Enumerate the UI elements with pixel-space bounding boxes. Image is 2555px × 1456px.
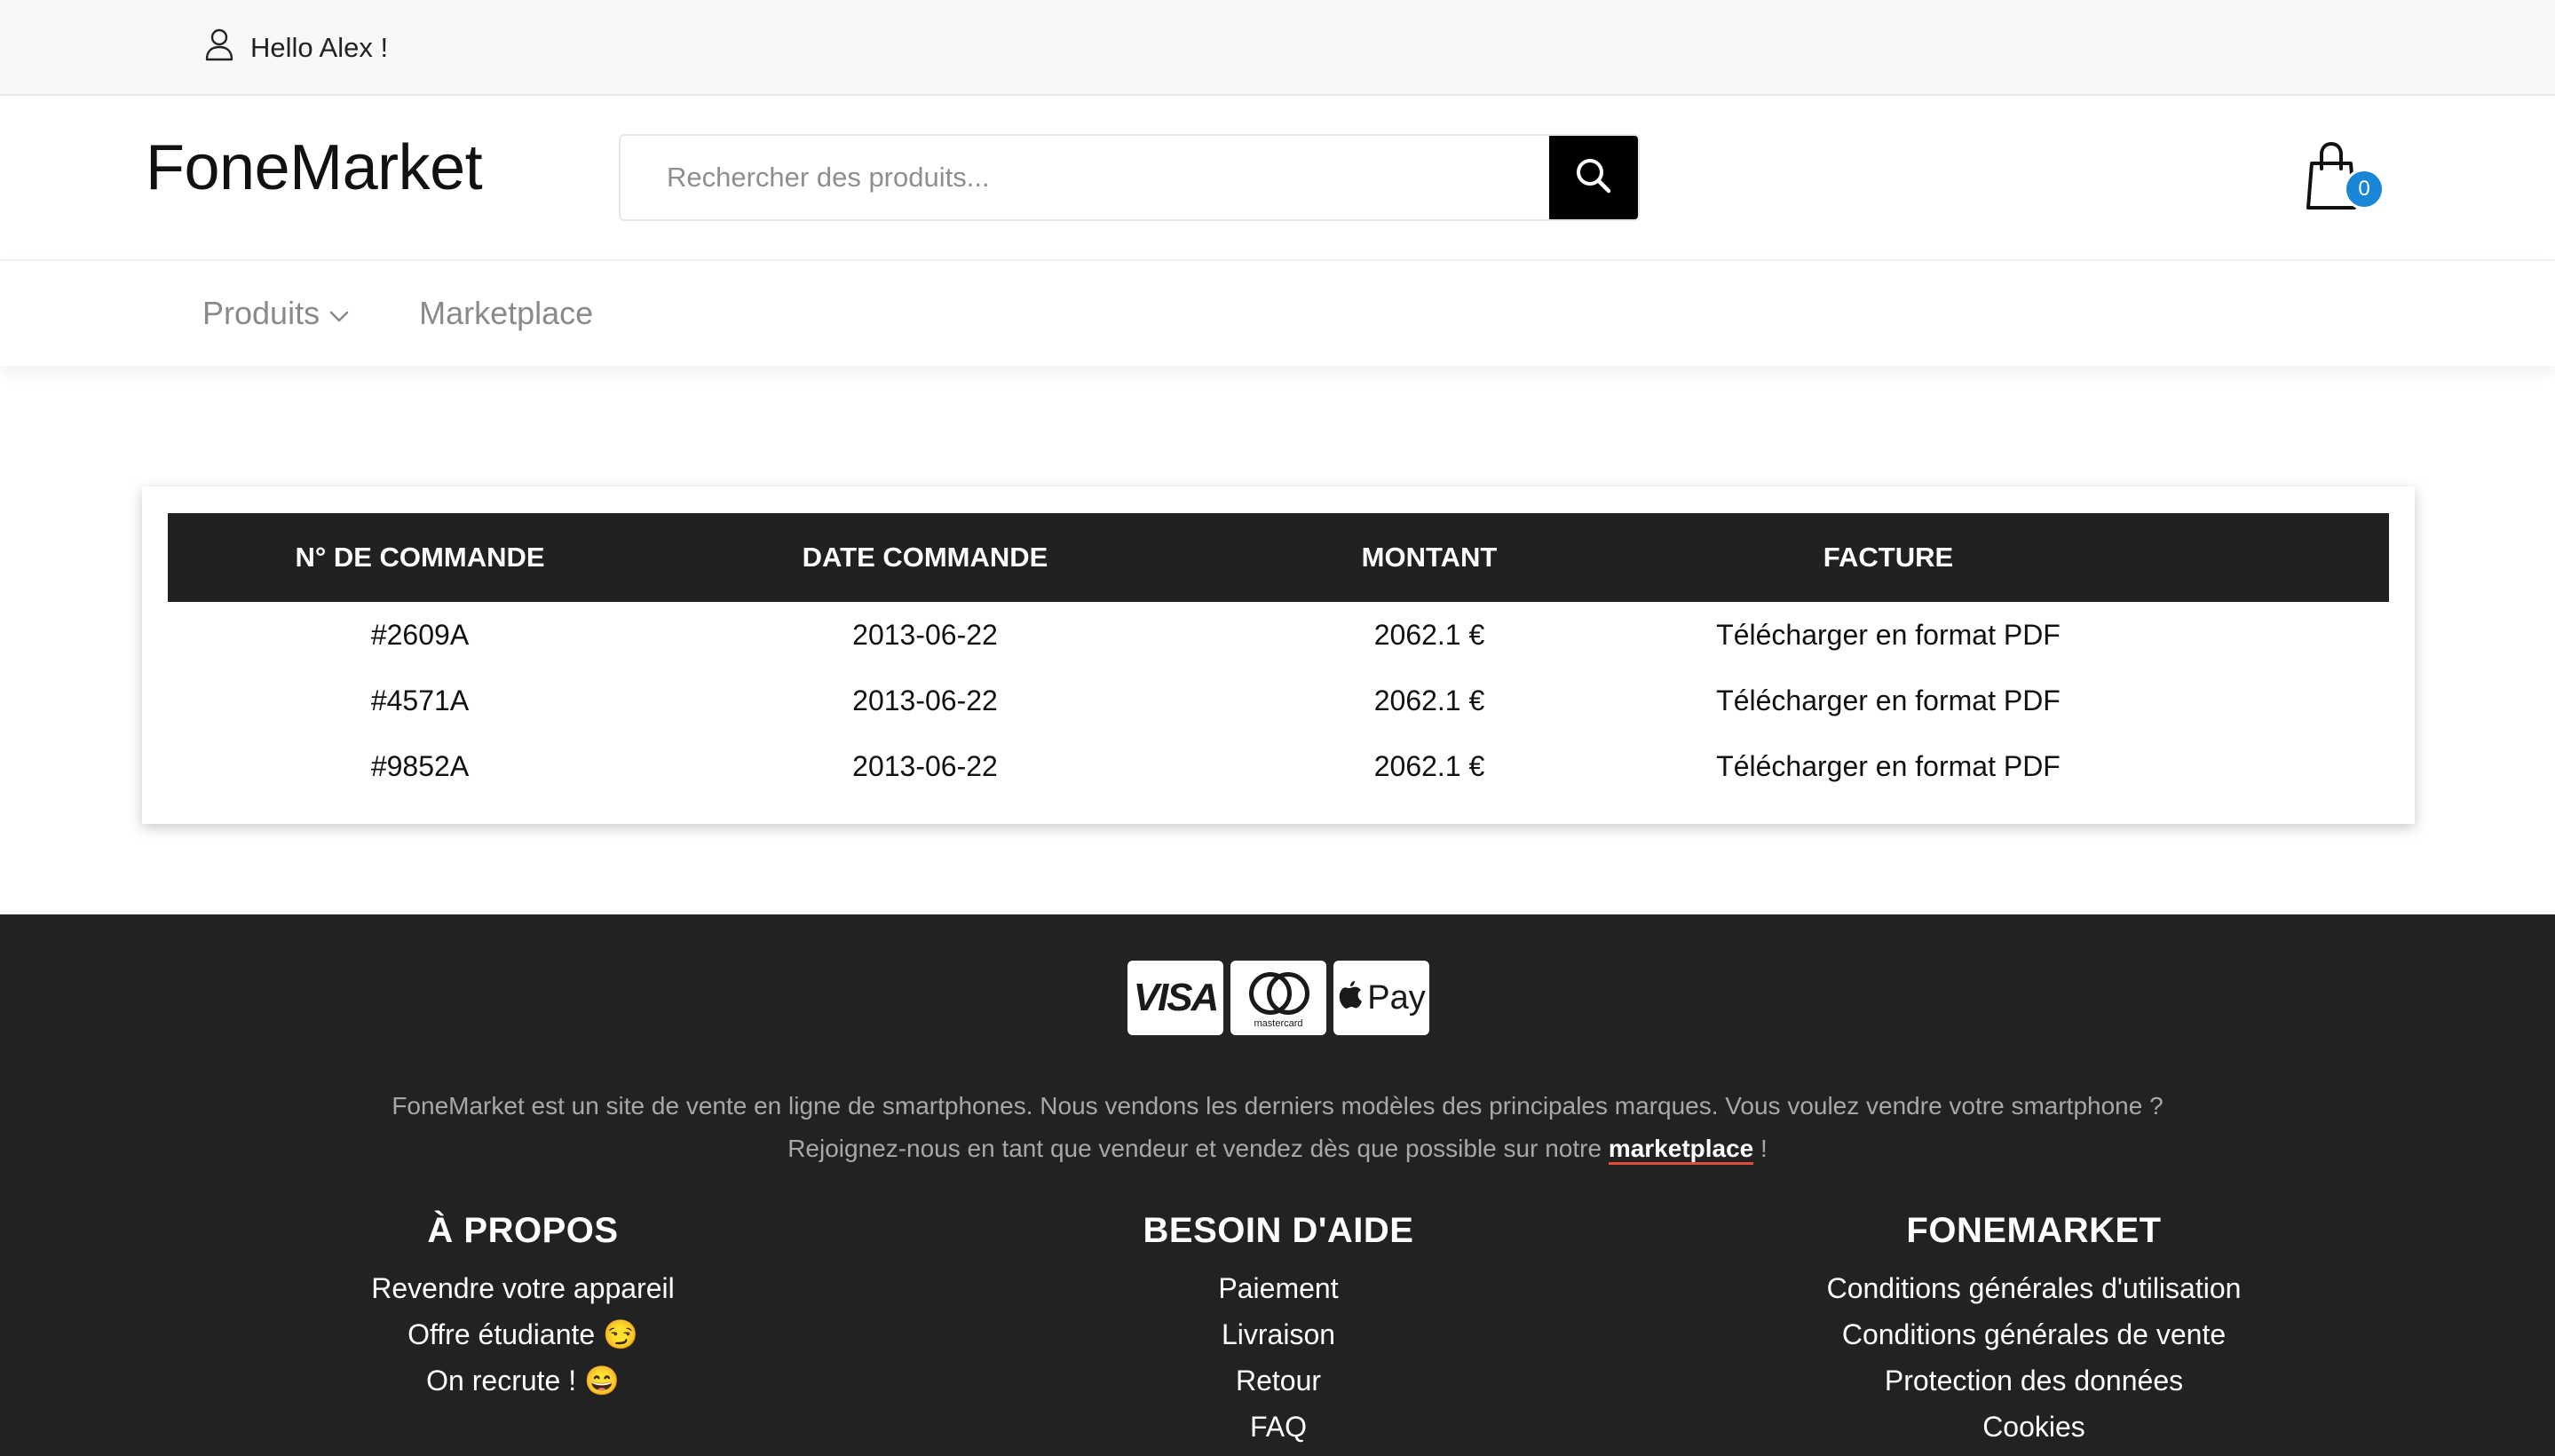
footer-column-fonemarket: FONEMARKET Conditions générales d'utilis… [1827,1211,2242,1450]
about-line-2: Rejoignez-nous en tant que vendeur et ve… [0,1128,2555,1170]
footer-link[interactable]: Revendre votre appareil [371,1265,675,1311]
main-nav: Produits Marketplace [0,259,2555,366]
footer-link[interactable]: FAQ [1143,1404,1414,1450]
footer-link[interactable]: Livraison [1143,1311,1414,1357]
payment-methods: VISA mastercard Pay [1127,961,1429,1035]
marketplace-link[interactable]: marketplace [1608,1135,1754,1165]
visa-wordmark: VISA [1133,976,1220,1019]
about-line-2-end: ! [1753,1135,1768,1162]
orders-card: N° DE COMMANDE DATE COMMANDE MONTANT FAC… [142,487,2415,824]
nav-item-marketplace[interactable]: Marketplace [419,295,593,332]
column-header-amount: MONTANT [1361,542,1498,573]
table-row: #2609A 2013-06-22 2062.1 € Télécharger e… [168,602,2389,668]
mastercard-logo: mastercard [1230,961,1326,1035]
nav-item-label: Marketplace [419,295,594,331]
about-line-2-text: Rejoignez-nous en tant que vendeur et ve… [787,1135,1609,1162]
search-input[interactable] [621,136,1549,219]
chevron-down-icon [328,295,350,332]
order-date: 2013-06-22 [852,618,998,651]
download-invoice-link[interactable]: Télécharger en format PDF [1716,668,2061,733]
table-row: #9852A 2013-06-22 2062.1 € Télécharger e… [168,733,2389,799]
download-invoice-link[interactable]: Télécharger en format PDF [1716,733,2061,799]
cart-count-badge: 0 [2344,169,2385,210]
order-number: #2609A [370,618,470,651]
order-date: 2013-06-22 [852,684,998,716]
footer-column-besoin-d-aide: BESOIN D'AIDE Paiement Livraison Retour … [1143,1211,1414,1450]
about-line-1: FoneMarket est un site de vente en ligne… [392,1092,2163,1120]
user-greeting[interactable]: Hello Alex ! [204,28,388,67]
apple-icon [1337,977,1364,1018]
footer-link[interactable]: Retour [1143,1357,1414,1404]
search-button[interactable] [1549,136,1638,219]
table-row: #4571A 2013-06-22 2062.1 € Télécharger e… [168,668,2389,733]
footer-link[interactable]: Paiement [1143,1265,1414,1311]
user-icon [204,28,234,68]
footer-link[interactable]: Protection des données [1827,1357,2242,1404]
greeting-text: Hello Alex ! [250,32,389,63]
visa-logo: VISA [1127,961,1223,1035]
site-logo[interactable]: FoneMarket [146,131,483,204]
nav-item-label: Produits [202,295,320,331]
orders-table: N° DE COMMANDE DATE COMMANDE MONTANT FAC… [168,513,2389,799]
footer-link[interactable]: Conditions générales de vente [1827,1311,2242,1357]
column-header-order-number: N° DE COMMANDE [295,542,545,573]
cart-button[interactable]: 0 [2305,141,2386,222]
footer-column-a-propos: À PROPOS Revendre votre appareil Offre é… [371,1211,675,1404]
footer-column-title: FONEMARKET [1906,1211,2162,1250]
apple-pay-wordmark: Pay [1367,978,1426,1017]
site-header: FoneMarket 0 [0,96,2555,259]
footer-column-title: BESOIN D'AIDE [1143,1211,1414,1250]
footer-link[interactable]: On recrute ! 😄 [371,1357,675,1404]
apple-pay-logo: Pay [1333,961,1429,1035]
table-header: N° DE COMMANDE DATE COMMANDE MONTANT FAC… [168,513,2389,602]
download-invoice-link[interactable]: Télécharger en format PDF [1716,602,2061,668]
footer-column-title: À PROPOS [427,1211,619,1250]
search-bar [619,134,1640,221]
order-amount: 2062.1 € [1373,684,1485,716]
search-icon [1571,154,1616,202]
footer-link[interactable]: Conditions générales d'utilisation [1827,1265,2242,1311]
site-footer: VISA mastercard Pay FoneMarket est un si… [0,914,2555,1456]
top-bar: Hello Alex ! [0,0,2555,96]
footer-link[interactable]: Cookies [1827,1404,2242,1450]
footer-about: FoneMarket est un site de vente en ligne… [0,1085,2555,1170]
mastercard-icon: mastercard [1238,967,1318,1029]
order-amount: 2062.1 € [1373,618,1485,651]
order-date: 2013-06-22 [852,749,998,782]
order-number: #4571A [370,684,470,716]
column-header-invoice: FACTURE [1823,542,1954,573]
order-number: #9852A [370,749,470,782]
nav-item-produits[interactable]: Produits [202,295,350,332]
footer-link[interactable]: Offre étudiante 😏 [371,1311,675,1357]
order-amount: 2062.1 € [1373,749,1485,782]
mastercard-wordmark: mastercard [1254,1018,1303,1029]
column-header-order-date: DATE COMMANDE [802,542,1048,573]
